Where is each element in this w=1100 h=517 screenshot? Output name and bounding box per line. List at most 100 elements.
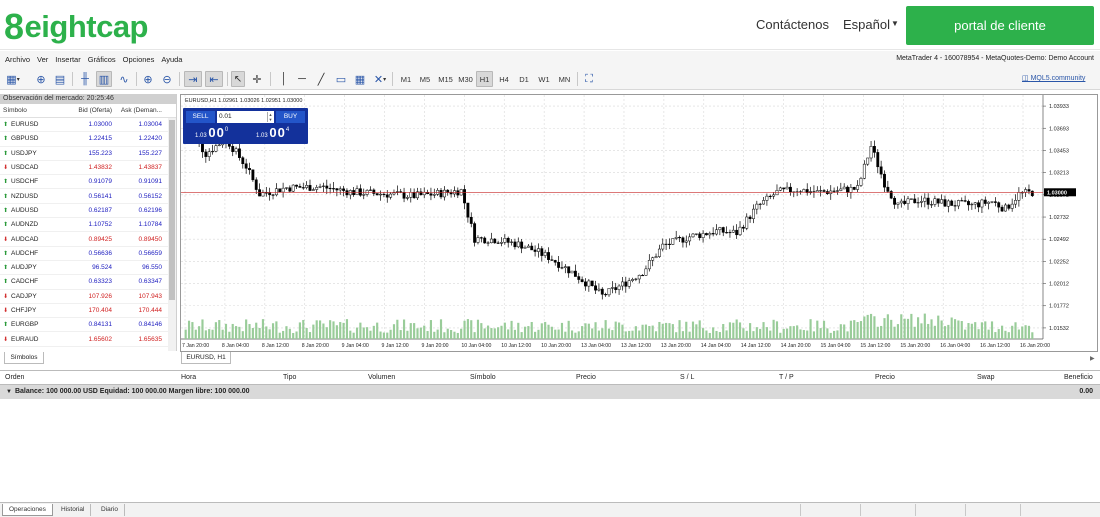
bear-candle	[668, 243, 671, 245]
col-tp[interactable]: T / P	[779, 374, 794, 381]
bull-candle	[1010, 203, 1014, 209]
new-chart-icon[interactable]: ▦ ▾	[4, 71, 22, 87]
col-simbolo[interactable]: Símbolo	[470, 374, 496, 381]
buy-button[interactable]: BUY	[276, 111, 305, 123]
sell-button[interactable]: SELL	[186, 111, 215, 123]
bear-candle	[741, 226, 745, 229]
market-watch-row[interactable]: ⬆ NZDUSD 0.56141 0.56152	[0, 189, 176, 204]
bear-candle	[553, 260, 557, 263]
zoom-out-icon[interactable]: ⊖	[160, 71, 174, 87]
market-watch-row[interactable]: ⬆ USDJPY 155.223 155.227	[0, 147, 176, 161]
menu-graficos[interactable]: Gráficos	[88, 55, 116, 64]
col-orden[interactable]: Orden	[5, 374, 24, 381]
trendline-icon[interactable]: ╱	[314, 71, 328, 87]
market-watch-row[interactable]: ⬆ CADCHF 0.63323 0.63347	[0, 275, 176, 290]
balance-row[interactable]: ▼ Balance: 100 000.00 USD Equidad: 100 00…	[0, 385, 1100, 399]
timeframe-m30[interactable]: M30	[456, 71, 475, 87]
tab-chart-eurusd[interactable]: EURUSD, H1	[181, 352, 231, 364]
market-watch-row[interactable]: ⬆ AUDUSD 0.62187 0.62196	[0, 204, 176, 219]
fullscreen-icon[interactable]: ⛶	[582, 71, 596, 87]
chart-window[interactable]: 1.039331.036931.034531.032131.029731.027…	[180, 94, 1098, 352]
col-precio-current[interactable]: Precio	[875, 374, 895, 381]
tab-symbols[interactable]: Símbolos	[4, 352, 44, 364]
bear-candle	[375, 193, 379, 196]
col-tipo[interactable]: Tipo	[283, 374, 296, 381]
language-dropdown[interactable]: Español▼	[843, 17, 899, 32]
sell-price[interactable]: 1.03 000	[186, 125, 244, 142]
ask-cell: 0.91091	[138, 178, 163, 186]
lot-spinner[interactable]: ▲ ▼	[267, 112, 273, 122]
market-watch-row[interactable]: ⬆ AUDNZD 1.10752 1.10784	[0, 218, 176, 233]
tab-operaciones[interactable]: Operaciones	[2, 504, 53, 516]
tab-historial[interactable]: Historial	[55, 504, 92, 516]
time-tick-label: 9 Jan 04:00	[342, 343, 369, 349]
candlestick-chart-icon[interactable]: ▥	[96, 71, 112, 87]
market-watch-row[interactable]: ⬇ AUDCAD 0.89425 0.89450	[0, 232, 176, 247]
menu-ayuda[interactable]: Ayuda	[161, 55, 182, 64]
timeframe-m5[interactable]: M5	[417, 71, 433, 87]
timeframe-h1[interactable]: H1	[476, 71, 493, 87]
col-precio[interactable]: Precio	[576, 374, 596, 381]
new-profile-icon[interactable]: ⊕	[34, 71, 48, 87]
bear-candle	[846, 186, 849, 193]
shapes-icon[interactable]: ✕ ▾	[372, 71, 388, 87]
col-ask[interactable]: Ask (Deman...	[112, 107, 162, 114]
col-bid[interactable]: Bid (Oferta)	[70, 107, 112, 114]
client-portal-button[interactable]: portal de cliente	[906, 6, 1094, 45]
fibonacci-icon[interactable]: ▦	[353, 71, 367, 87]
line-chart-icon[interactable]: ∿	[116, 71, 132, 87]
col-hora[interactable]: Hora	[181, 374, 196, 381]
menu-ver[interactable]: Ver	[37, 55, 48, 64]
buy-price-big: 00	[269, 125, 286, 140]
menu-insertar[interactable]: Insertar	[55, 55, 80, 64]
market-watch-scroll-thumb[interactable]	[169, 120, 175, 300]
market-watch-row[interactable]: ⬇ CHFJPY 170.404 170.444	[0, 304, 176, 319]
crosshair-icon[interactable]: ✛	[250, 71, 264, 87]
text-label-icon[interactable]: ▭	[334, 71, 348, 87]
col-volumen[interactable]: Volumen	[368, 374, 395, 381]
market-watch-row[interactable]: ⬆ EURGBP 0.84131 0.84146	[0, 318, 176, 333]
mql5-community-link[interactable]: ◫ MQL5.community	[1022, 74, 1085, 82]
menu-archivo[interactable]: Archivo	[5, 55, 30, 64]
col-sl[interactable]: S / L	[680, 374, 694, 381]
horizontal-line-icon[interactable]: ─	[295, 71, 309, 87]
bull-candle	[772, 194, 776, 197]
market-watch-row[interactable]: ⬆ EURUSD 1.03000 1.03004	[0, 118, 176, 133]
chart-shift-icon[interactable]: ⇤	[205, 71, 223, 87]
price-chart[interactable]: 1.039331.036931.034531.032131.029731.027…	[181, 95, 1098, 352]
market-watch-row[interactable]: ⬆ AUDJPY 96.524 96.550	[0, 261, 176, 276]
market-watch-row[interactable]: ⬇ EURAUD 1.65602 1.65635	[0, 332, 176, 347]
col-swap[interactable]: Swap	[977, 374, 995, 381]
timeframe-d1[interactable]: D1	[516, 71, 532, 87]
collapse-icon[interactable]: ▼	[6, 389, 12, 395]
buy-price[interactable]: 1.03 004	[247, 125, 305, 142]
eightcap-logo[interactable]: 8 eightcap	[4, 6, 149, 48]
cursor-icon[interactable]: ↖	[231, 71, 245, 87]
timeframe-h4[interactable]: H4	[496, 71, 512, 87]
timeframe-m1[interactable]: M1	[398, 71, 414, 87]
bull-candle	[379, 193, 382, 196]
market-watch-row[interactable]: ⬆ AUDCHF 0.56636 0.56659	[0, 247, 176, 261]
tab-diario[interactable]: Diario	[95, 504, 125, 516]
bar-chart-icon[interactable]: ╫	[77, 71, 93, 87]
templates-icon[interactable]: ▤	[53, 71, 67, 87]
lot-size-input[interactable]: 0.01 ▲ ▼	[217, 111, 274, 123]
timeframe-m15[interactable]: M15	[436, 71, 455, 87]
market-watch-row[interactable]: ⬆ USDCHF 0.91079 0.91091	[0, 175, 176, 190]
bear-candle	[1000, 206, 1004, 212]
market-watch-row[interactable]: ⬇ CADJPY 107.926 107.943	[0, 290, 176, 304]
timeframe-mn[interactable]: MN	[555, 71, 574, 87]
vertical-line-icon[interactable]: │	[277, 71, 291, 87]
zoom-in-icon[interactable]: ⊕	[141, 71, 155, 87]
nav-contact-link[interactable]: Contáctenos	[756, 17, 829, 32]
market-watch-row[interactable]: ⬆ GBPUSD 1.22415 1.22420	[0, 132, 176, 147]
timeframe-w1[interactable]: W1	[536, 71, 552, 87]
bull-candle	[859, 178, 863, 186]
col-symbol[interactable]: Símbolo	[0, 107, 70, 114]
ask-cell: 96.550	[142, 264, 162, 272]
auto-scroll-icon[interactable]: ⇥	[184, 71, 202, 87]
market-watch-row[interactable]: ⬇ USDCAD 1.43832 1.43837	[0, 161, 176, 176]
menu-opciones[interactable]: Opciones	[123, 55, 155, 64]
col-beneficio[interactable]: Beneficio	[1064, 374, 1093, 381]
tabs-scroll-icon[interactable]: ▶	[1090, 355, 1095, 362]
